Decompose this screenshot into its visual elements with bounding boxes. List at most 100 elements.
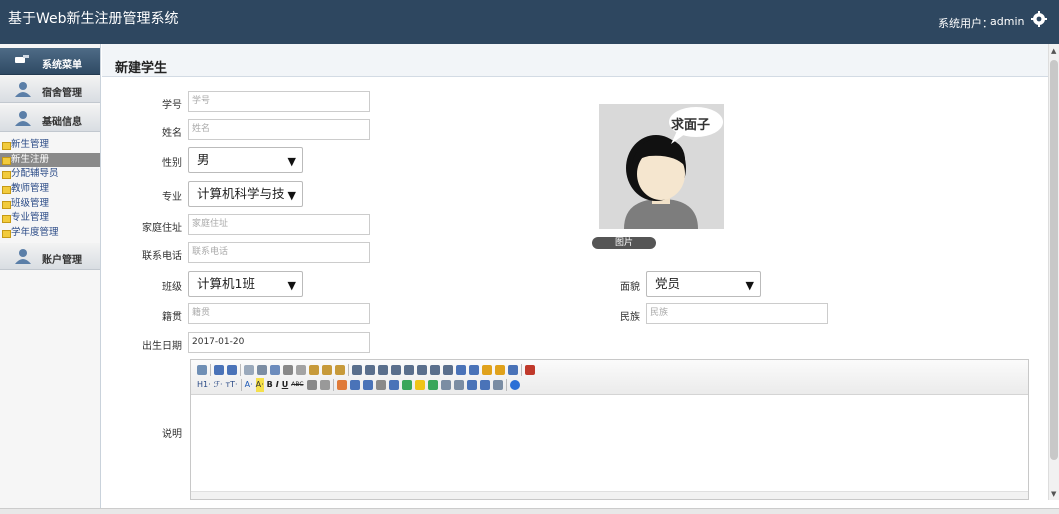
gear-icon[interactable]: [1031, 11, 1047, 27]
italic-button[interactable]: I: [276, 378, 279, 392]
vertical-scrollbar[interactable]: ▲ ▼: [1048, 44, 1059, 500]
undo-icon[interactable]: [214, 365, 224, 375]
scrollbar-thumb[interactable]: [1050, 60, 1058, 460]
unlink-icon[interactable]: [492, 380, 503, 390]
table-icon[interactable]: [427, 380, 438, 390]
sidebar-item-teacher-management[interactable]: 教师管理: [0, 182, 100, 197]
sidebar-section-accounts[interactable]: 账户管理: [0, 243, 100, 270]
scroll-up-icon[interactable]: ▲: [1051, 47, 1056, 55]
class-label: 班级: [162, 282, 182, 293]
select-all-icon[interactable]: [508, 365, 518, 375]
bold-button[interactable]: B: [267, 378, 273, 392]
gender-select[interactable]: 男 ▼: [188, 147, 303, 173]
clear-format-icon[interactable]: [482, 365, 492, 375]
address-label: 家庭住址: [142, 223, 182, 234]
page-break-icon[interactable]: [453, 380, 464, 390]
rich-text-editor[interactable]: H1· ℱ· тT· A· A· B I U ABC: [190, 359, 1029, 500]
help-icon[interactable]: [509, 380, 520, 390]
source-icon[interactable]: [197, 365, 207, 375]
major-select[interactable]: 计算机科学与技 ▼: [188, 181, 303, 207]
superscript-icon[interactable]: [469, 365, 479, 375]
sidebar-item-assign-counselor[interactable]: 分配辅导员: [0, 167, 100, 182]
user-icon: [15, 82, 31, 97]
sidebar-item-major-management[interactable]: 专业管理: [0, 211, 100, 226]
outdent-icon[interactable]: [443, 365, 453, 375]
attachment-icon[interactable]: [388, 380, 399, 390]
bg-color-button[interactable]: A·: [255, 378, 264, 392]
font-family-button[interactable]: ℱ·: [214, 378, 223, 392]
ordered-list-icon[interactable]: [404, 365, 414, 375]
address-input[interactable]: 家庭住址: [188, 214, 370, 235]
fullscreen-icon[interactable]: [525, 365, 535, 375]
politics-label: 面貌: [620, 282, 640, 293]
print-icon[interactable]: [257, 365, 267, 375]
editor-resize-handle[interactable]: [191, 491, 1028, 499]
anchor-icon[interactable]: [466, 380, 477, 390]
page-title: 新建学生: [115, 61, 168, 76]
name-input[interactable]: 姓名: [188, 119, 370, 140]
image-icon[interactable]: [336, 380, 347, 390]
horizontal-scrollbar[interactable]: [0, 508, 1059, 514]
student-id-input[interactable]: 学号: [188, 91, 370, 112]
paste-icon[interactable]: [309, 365, 319, 375]
scroll-down-icon[interactable]: ▼: [1051, 490, 1056, 498]
paste-word-icon[interactable]: [335, 365, 345, 375]
editor-toolbar-row-2: H1· ℱ· тT· A· A· B I U ABC: [197, 378, 520, 392]
remove-format-icon[interactable]: [319, 380, 330, 390]
unordered-list-icon[interactable]: [417, 365, 427, 375]
line-height-icon[interactable]: [306, 380, 317, 390]
align-left-icon[interactable]: [352, 365, 362, 375]
sidebar-item-academic-year[interactable]: 学年度管理: [0, 226, 100, 241]
emoticon-icon[interactable]: [414, 380, 425, 390]
horizontal-rule-icon[interactable]: [440, 380, 451, 390]
sidebar-item-student-registration[interactable]: 新生注册: [0, 152, 100, 168]
underline-button[interactable]: U: [282, 378, 289, 392]
sidebar-menu-title: 系统菜单: [0, 48, 100, 75]
preview-icon[interactable]: [244, 365, 254, 375]
politics-value: 党员: [655, 276, 681, 291]
media-icon[interactable]: [375, 380, 386, 390]
multi-image-icon[interactable]: [349, 380, 360, 390]
photo-upload-button[interactable]: 图片: [592, 237, 656, 249]
subscript-icon[interactable]: [456, 365, 466, 375]
sidebar-item-student-management[interactable]: 新生管理: [0, 138, 100, 153]
editor-text-area[interactable]: [191, 396, 1028, 492]
sidebar-section-dormitory[interactable]: 宿舍管理: [0, 76, 100, 103]
insert-file-icon[interactable]: [401, 380, 412, 390]
gender-label: 性别: [162, 158, 182, 169]
sidebar-section-basic-info[interactable]: 基础信息: [0, 105, 100, 132]
ethnicity-label: 民族: [620, 312, 640, 323]
phone-label: 联系电话: [142, 251, 182, 262]
class-select[interactable]: 计算机1班 ▼: [188, 271, 303, 297]
quick-format-icon[interactable]: [495, 365, 505, 375]
strikethrough-button[interactable]: ABC: [291, 378, 303, 392]
indent-icon[interactable]: [430, 365, 440, 375]
redo-icon[interactable]: [227, 365, 237, 375]
hometown-input[interactable]: 籍贯: [188, 303, 370, 324]
ethnicity-input[interactable]: 民族: [646, 303, 828, 324]
politics-select[interactable]: 党员 ▼: [646, 271, 761, 297]
link-icon[interactable]: [479, 380, 490, 390]
sidebar-section-label: 宿舍管理: [42, 88, 82, 99]
align-justify-icon[interactable]: [391, 365, 401, 375]
template-icon[interactable]: [270, 365, 280, 375]
sidebar: 系统菜单 宿舍管理 基础信息 新生管理 新生注册 分配辅导员 教师管理 班级管理…: [0, 44, 101, 514]
toolbar-divider: [240, 379, 242, 391]
align-right-icon[interactable]: [378, 365, 388, 375]
chevron-down-icon: ▼: [287, 189, 296, 202]
toolbar-divider: [348, 364, 349, 376]
user-name[interactable]: admin: [990, 15, 1024, 28]
align-center-icon[interactable]: [365, 365, 375, 375]
copy-icon[interactable]: [296, 365, 306, 375]
heading-button[interactable]: H1·: [197, 378, 211, 392]
birthdate-input[interactable]: 2017-01-20: [188, 332, 370, 353]
font-size-button[interactable]: тT·: [226, 378, 238, 392]
sidebar-item-class-management[interactable]: 班级管理: [0, 197, 100, 212]
cut-icon[interactable]: [283, 365, 293, 375]
flash-icon[interactable]: [362, 380, 373, 390]
major-value: 计算机科学与技: [197, 186, 285, 201]
sidebar-sub-list: 新生管理 新生注册 分配辅导员 教师管理 班级管理 专业管理 学年度管理: [0, 138, 100, 241]
text-color-button[interactable]: A·: [245, 378, 253, 392]
paste-text-icon[interactable]: [322, 365, 332, 375]
phone-input[interactable]: 联系电话: [188, 242, 370, 263]
